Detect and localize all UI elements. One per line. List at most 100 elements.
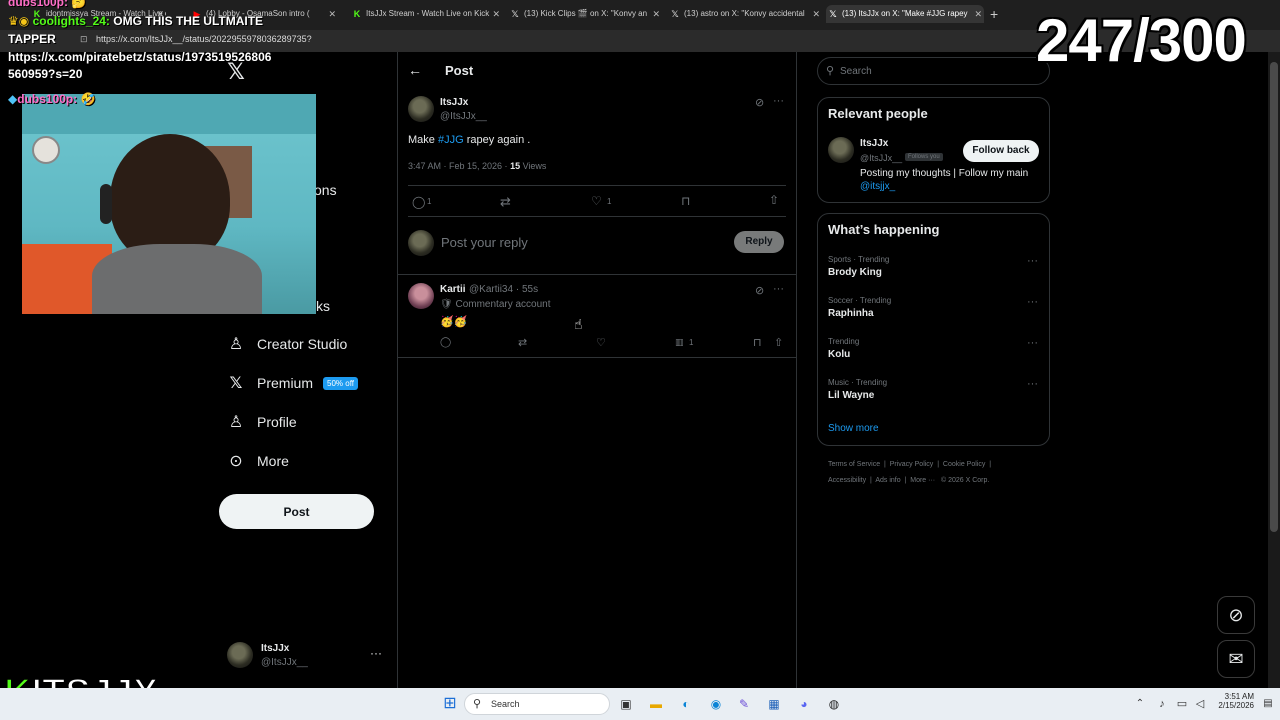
microphone-icon[interactable]: ♪ (1152, 694, 1172, 714)
streamer-hoodie (92, 244, 262, 314)
post-button[interactable]: Post (219, 494, 374, 529)
chevron-up-icon[interactable]: ⌃ (1130, 694, 1150, 714)
browser-tab[interactable]: 𝕏 (13) Kick Clips 🎬 on X: "Konvy an ✕ (508, 5, 662, 23)
scrollbar-thumb[interactable] (1270, 62, 1278, 532)
relevant-name[interactable]: ItsJJx (860, 138, 888, 149)
search-icon: ⚲ (473, 698, 482, 710)
chat-line: ◆dubs100p: 🤣 (8, 92, 96, 106)
trend-item[interactable]: Trending Kolu ··· (828, 337, 1038, 360)
reply-input[interactable]: Post your reply (441, 235, 528, 250)
trend-item[interactable]: Sports · Trending Brody King ··· (828, 255, 1038, 278)
trend-item[interactable]: Music · Trending Lil Wayne ··· (828, 378, 1038, 401)
more-dots-icon[interactable]: ··· (1027, 296, 1038, 308)
footer-link[interactable]: Privacy Policy (890, 461, 934, 468)
show-more-link[interactable]: Show more (828, 423, 879, 434)
nav-notifications-partial[interactable]: ons (314, 182, 337, 198)
repost-icon[interactable]: ⇄ (500, 194, 511, 210)
grok-button[interactable]: ⊘ (1217, 596, 1255, 634)
tweet-author-name[interactable]: ItsJJx (440, 97, 468, 108)
account-switcher[interactable]: ItsJJx @ItsJJx__ ··· (227, 642, 387, 674)
reply-author-name[interactable]: Kartii (440, 284, 466, 295)
browser-tab[interactable]: K ItsJJx Stream - Watch Live on Kick ✕ (350, 5, 502, 23)
close-icon[interactable]: ✕ (652, 5, 660, 23)
footer-link[interactable]: Ads info (875, 477, 900, 484)
share-icon[interactable]: ⇧ (769, 193, 779, 207)
hashtag-link[interactable]: #JJG (438, 134, 464, 146)
reply-views-count: 1 (689, 338, 694, 347)
repost-icon[interactable]: ⇄ (518, 336, 527, 349)
like-count: 1 (607, 197, 612, 206)
task-view-icon[interactable]: ▣ (616, 694, 636, 714)
reply-icon[interactable]: ◯ (412, 195, 425, 209)
more-dots-icon[interactable]: ··· (1027, 378, 1038, 390)
app-icon[interactable]: ◉ (706, 694, 726, 714)
grok-icon[interactable]: ⊘ (755, 284, 764, 297)
footer-link[interactable]: Terms of Service (828, 461, 880, 468)
reply-author-handle[interactable]: @Kartii34 · 55s (469, 284, 538, 295)
store-icon[interactable]: ▦ (764, 694, 784, 714)
reply-icon[interactable]: ◯ (440, 337, 451, 348)
network-icon[interactable]: ▭ (1172, 694, 1192, 714)
badge-icon: ◆ (8, 92, 18, 106)
folder-icon[interactable]: ▬ (646, 694, 666, 714)
messages-button[interactable]: ✉ (1217, 640, 1255, 678)
close-icon[interactable]: ✕ (812, 5, 820, 23)
nav-more[interactable]: ⊙ More (226, 448, 289, 474)
like-icon[interactable]: ♡ (591, 194, 602, 208)
more-dots-icon[interactable]: ··· (773, 95, 784, 107)
reply-button[interactable]: Reply (734, 231, 784, 253)
close-icon[interactable]: ✕ (328, 5, 336, 23)
browser-tab[interactable]: 𝕏 (13) astro on X: "Konvy accidental ✕ (668, 5, 822, 23)
discord-icon[interactable]: ◕ (794, 694, 814, 714)
search-input[interactable]: ⚲ Search (817, 57, 1050, 85)
edge-icon[interactable]: ◐ (676, 694, 696, 714)
tweet-text: Make #JJG rapey again . (408, 134, 531, 146)
more-circle-icon: ⊙ (229, 453, 243, 470)
nav-creator-studio[interactable]: ♙ Creator Studio (226, 331, 347, 357)
relevant-handle[interactable]: @ItsJJx__ (860, 153, 902, 163)
back-arrow-icon[interactable]: ← (408, 62, 422, 78)
discount-badge: 50% off (323, 376, 358, 390)
trend-item[interactable]: Soccer · Trending Raphinha ··· (828, 296, 1038, 319)
follow-back-button[interactable]: Follow back (963, 140, 1039, 162)
obs-icon[interactable]: ◍ (824, 694, 844, 714)
footer-link[interactable]: More ··· (910, 477, 935, 484)
url-text[interactable]: https://x.com/ItsJJx__/status/2022955978… (96, 34, 312, 44)
avatar[interactable] (828, 137, 854, 163)
bookmark-icon[interactable]: ⊓ (681, 194, 690, 208)
more-dots-icon[interactable]: ··· (1027, 337, 1038, 349)
views-icon[interactable]: ▥ (675, 337, 684, 348)
footer-link[interactable]: Accessibility (828, 477, 866, 484)
share-icon[interactable]: ⇧ (774, 336, 783, 349)
more-dots-icon[interactable]: ··· (773, 283, 784, 295)
more-dots-icon[interactable]: ··· (370, 646, 382, 660)
browser-tab-active[interactable]: 𝕏 (13) ItsJJx on X: "Make #JJG rapey ✕ (826, 5, 984, 23)
footer-links: Accessibility | Ads info | More ··· © 20… (828, 477, 990, 484)
nav-profile[interactable]: ♙ Profile (226, 409, 297, 435)
bookmark-icon[interactable]: ⊓ (753, 336, 762, 349)
divider (398, 274, 796, 275)
close-icon[interactable]: ✕ (974, 5, 982, 23)
volume-icon[interactable]: ◁ (1190, 694, 1210, 714)
lock-icon: ⊡ (80, 34, 88, 44)
taskbar-clock[interactable]: 3:51 AM 2/15/2026 (1212, 692, 1254, 710)
account-handle: @ItsJJx__ (261, 657, 308, 668)
divider (398, 357, 796, 358)
relevant-bio-link[interactable]: @itsjjx_ (860, 181, 895, 192)
avatar[interactable] (408, 283, 434, 309)
taskbar-search[interactable]: ⚲ Search (464, 693, 610, 715)
windows-start-icon[interactable]: ⊞ (440, 694, 460, 714)
nav-premium[interactable]: 𝕏 Premium 50% off (226, 370, 358, 396)
app-icon[interactable]: ✎ (734, 694, 754, 714)
grok-icon[interactable]: ⊘ (755, 96, 764, 109)
avatar (408, 230, 434, 256)
like-icon[interactable]: ♡ (596, 336, 606, 349)
tweet-author-handle[interactable]: @ItsJJx__ (440, 111, 487, 122)
new-tab-button[interactable]: + (990, 6, 998, 22)
more-dots-icon[interactable]: ··· (1027, 255, 1038, 267)
footer-link[interactable]: Cookie Policy (943, 461, 985, 468)
avatar[interactable] (408, 96, 434, 122)
nav-bookmarks-partial[interactable]: ks (316, 298, 330, 314)
notification-icon[interactable]: ▤ (1258, 694, 1278, 714)
close-icon[interactable]: ✕ (492, 5, 500, 23)
